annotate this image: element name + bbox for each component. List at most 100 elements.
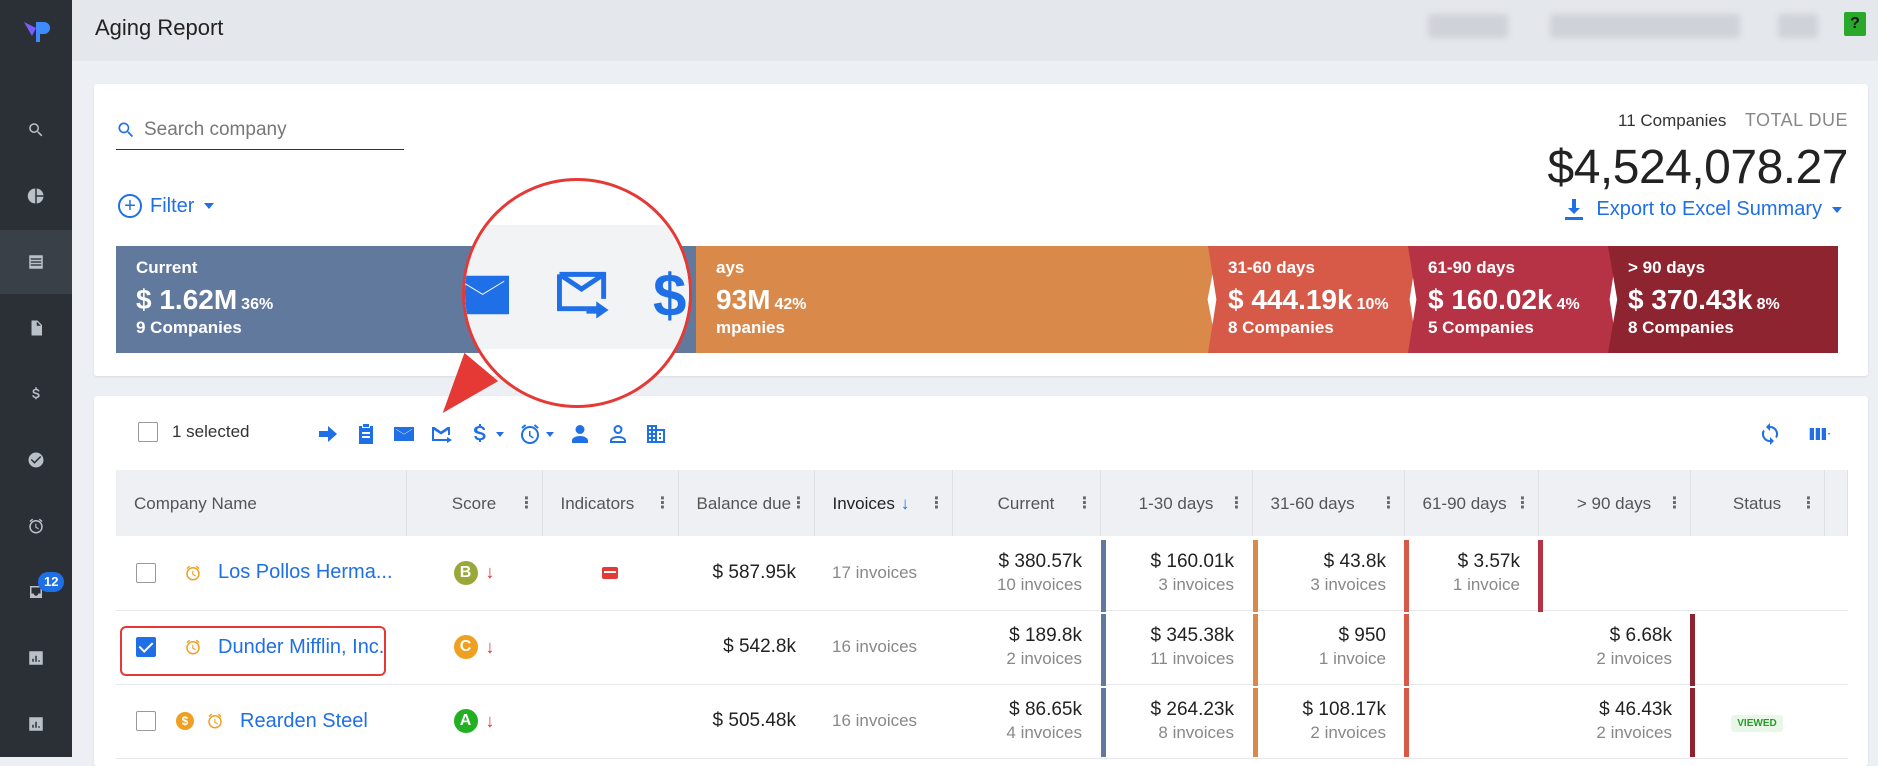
company-link[interactable]: Los Pollos Herma...: [218, 561, 393, 584]
col-balance-due[interactable]: Balance due ⋮: [678, 470, 815, 536]
sidebar-tasks[interactable]: [0, 428, 72, 492]
email-icon[interactable]: [392, 422, 416, 446]
company-link[interactable]: Rearden Steel: [240, 710, 368, 733]
d1-30-cell[interactable]: $ 264.23k 8 invoices: [1100, 684, 1252, 759]
column-menu-icon[interactable]: ⋮: [1229, 494, 1245, 513]
refresh-icon[interactable]: [1758, 422, 1782, 446]
column-menu-icon[interactable]: ⋮: [1515, 494, 1531, 513]
bucket-over-90[interactable]: > 90 days $ 370.43k 8% 8 Companies: [1608, 246, 1838, 353]
row-checkbox[interactable]: [136, 711, 156, 731]
d1-30-cell[interactable]: $ 345.38k 11 invoices: [1100, 610, 1252, 685]
clipboard-icon[interactable]: [354, 422, 378, 446]
sidebar-aging-report[interactable]: [0, 230, 72, 294]
sidebar-search[interactable]: [0, 98, 72, 162]
score-grade[interactable]: B: [453, 560, 478, 585]
app-logo-icon[interactable]: [22, 18, 52, 46]
payment-coin-icon[interactable]: $: [176, 712, 194, 730]
forward-email-icon[interactable]: [430, 422, 454, 446]
col-score[interactable]: Score ⋮: [406, 470, 543, 536]
col-company-name[interactable]: Company Name: [116, 470, 407, 536]
over90-cell[interactable]: $ 6.68k 2 invoices: [1538, 610, 1690, 685]
row-checkbox[interactable]: [136, 562, 156, 583]
column-menu-icon[interactable]: ⋮: [1801, 494, 1817, 513]
d1-30-cell[interactable]: $ 160.01k 3 invoices: [1100, 536, 1252, 611]
columns-icon[interactable]: [1808, 422, 1832, 446]
current-cell[interactable]: $ 380.57k 10 invoices: [952, 536, 1100, 611]
current-cell[interactable]: $ 86.65k 4 invoices: [952, 684, 1100, 759]
col-status[interactable]: Status ⋮: [1690, 470, 1825, 536]
column-menu-icon[interactable]: ⋮: [791, 494, 807, 513]
user-menu[interactable]: [1550, 14, 1740, 38]
bucket-label: ays: [716, 258, 745, 277]
bucket-label: > 90 days: [1628, 258, 1706, 277]
column-menu-icon[interactable]: ⋮: [1077, 494, 1093, 513]
filter-button[interactable]: + Filter: [118, 194, 215, 218]
column-menu-icon[interactable]: ⋮: [519, 494, 535, 513]
column-menu-icon[interactable]: ⋮: [929, 494, 945, 513]
current-cell[interactable]: $ 189.8k 2 invoices: [952, 610, 1100, 685]
person-outline-icon[interactable]: [606, 422, 630, 446]
invoices-count[interactable]: 16 invoices: [814, 610, 952, 685]
sidebar-reports[interactable]: [0, 626, 72, 690]
credit-card-icon[interactable]: [602, 566, 618, 579]
alarm-icon: [29, 518, 43, 534]
alarm-icon[interactable]: [518, 422, 542, 446]
score-grade[interactable]: C: [453, 635, 478, 659]
column-menu-icon[interactable]: ⋮: [655, 494, 671, 513]
chevron-down-icon[interactable]: [546, 431, 554, 437]
col-indicators[interactable]: Indicators ⋮: [542, 470, 679, 536]
col-61-90-days[interactable]: 61-90 days ⋮: [1404, 470, 1539, 536]
invoices-count[interactable]: 17 invoices: [814, 536, 952, 611]
col-over-90-days[interactable]: > 90 days ⋮: [1538, 470, 1691, 536]
reminder-icon[interactable]: [184, 564, 202, 582]
person-icon[interactable]: [568, 422, 592, 446]
col-31-60-days[interactable]: 31-60 days ⋮: [1252, 470, 1405, 536]
sidebar-dashboard[interactable]: [0, 164, 72, 228]
d61-90-cell[interactable]: [1404, 610, 1538, 685]
export-excel-button[interactable]: Export to Excel Summary: [1564, 198, 1842, 221]
stripe-1-30: [1253, 688, 1258, 757]
col-current[interactable]: Current ⋮: [952, 470, 1101, 536]
column-menu-icon[interactable]: ⋮: [1381, 494, 1397, 513]
over90-cell[interactable]: [1538, 536, 1690, 611]
table-row[interactable]: Los Pollos Herma... B ↓ $ 587.95k 17 invo…: [116, 536, 1848, 611]
col-invoices[interactable]: Invoices ↓ ⋮: [814, 470, 953, 536]
help-button[interactable]: ?: [1844, 12, 1866, 36]
column-menu-icon[interactable]: ⋮: [1667, 494, 1683, 513]
sidebar-reminders[interactable]: [0, 494, 72, 558]
over90-cell[interactable]: $ 46.43k 2 invoices: [1538, 684, 1690, 759]
chevron-down-icon[interactable]: [496, 431, 504, 437]
d31-60-cell[interactable]: $ 43.8k 3 invoices: [1252, 536, 1404, 611]
bucket-1-30[interactable]: ays 93M 42% mpanies: [696, 246, 1218, 353]
sidebar-documents[interactable]: [0, 296, 72, 360]
sidebar-analytics[interactable]: [0, 692, 72, 756]
zoom-callout: $: [462, 178, 692, 408]
indicators-cell: [542, 610, 678, 685]
score-grade[interactable]: A: [453, 709, 478, 733]
col-1-30-days[interactable]: 1-30 days ⋮: [1100, 470, 1253, 536]
search-company[interactable]: [116, 110, 404, 150]
stripe-31-60: [1404, 614, 1409, 686]
arrow-right-icon[interactable]: [316, 422, 340, 446]
search-input[interactable]: [144, 118, 394, 141]
d61-90-cell[interactable]: $ 3.57k 1 invoice: [1404, 536, 1538, 611]
sort-down-icon[interactable]: ↓: [901, 494, 910, 513]
select-all-checkbox[interactable]: [138, 422, 158, 442]
stripe-current: [1101, 688, 1106, 757]
bar-chart-icon: [29, 651, 43, 665]
sidebar-inbox[interactable]: 12: [0, 560, 72, 624]
org-selector[interactable]: [1428, 14, 1508, 38]
dollar-icon[interactable]: [468, 422, 492, 446]
bucket-61-90[interactable]: 61-90 days $ 160.02k 4% 5 Companies: [1408, 246, 1618, 353]
bucket-31-60[interactable]: 31-60 days $ 444.19k 10% 8 Companies: [1208, 246, 1418, 353]
bucket-amount: $ 444.19k 10%: [1228, 284, 1389, 315]
d31-60-cell[interactable]: $ 108.17k 2 invoices: [1252, 684, 1404, 759]
table-row[interactable]: $ Rearden Steel A ↓ $ 505.48k 16 invoices …: [116, 684, 1848, 759]
building-icon[interactable]: [644, 422, 668, 446]
language-flag[interactable]: [1778, 14, 1818, 38]
d61-90-cell[interactable]: [1404, 684, 1538, 759]
invoices-count[interactable]: 16 invoices: [814, 684, 952, 759]
reminder-icon[interactable]: [206, 712, 224, 730]
d31-60-cell[interactable]: $ 950 1 invoice: [1252, 610, 1404, 685]
sidebar-payments[interactable]: [0, 362, 72, 426]
